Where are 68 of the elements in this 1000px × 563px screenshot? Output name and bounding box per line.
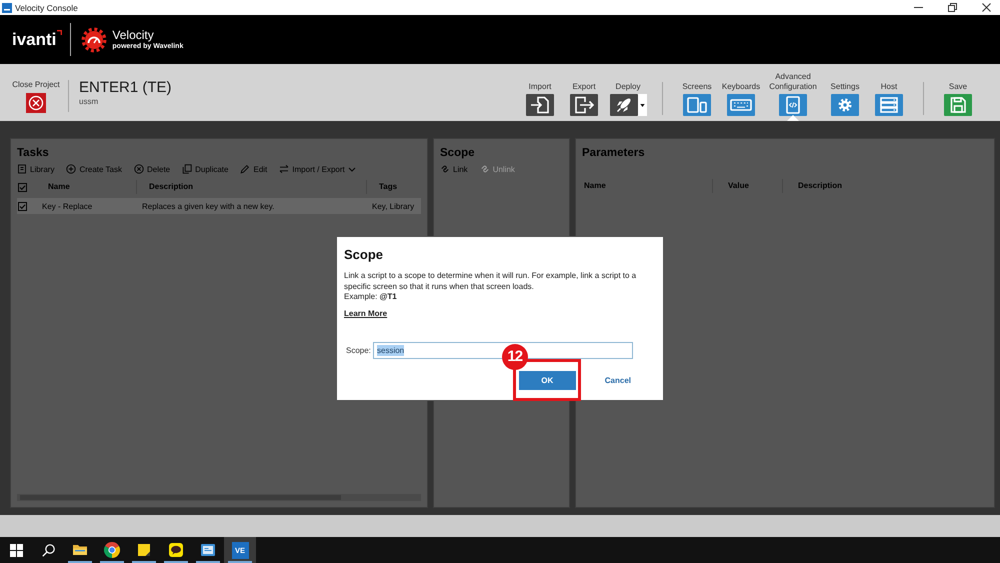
column-header: Tags bbox=[366, 180, 421, 194]
export-button[interactable]: Export bbox=[562, 64, 606, 121]
rocket-icon bbox=[610, 94, 638, 116]
product-name: Velocity bbox=[112, 28, 155, 42]
chain-link-icon bbox=[440, 164, 450, 174]
ok-button[interactable]: OK bbox=[518, 370, 576, 390]
arrow-into-page-icon bbox=[526, 94, 554, 116]
chain-link-icon bbox=[480, 164, 490, 174]
screens-button[interactable]: Screens bbox=[675, 64, 719, 121]
table-cell-text: Replaces a given key with a new key. bbox=[141, 202, 276, 210]
row-checkbox[interactable] bbox=[18, 202, 27, 210]
save-button[interactable]: Save bbox=[936, 64, 980, 121]
project-subtitle: ussm bbox=[79, 97, 100, 107]
gear-logo-icon bbox=[81, 26, 108, 52]
field-value: session bbox=[377, 344, 404, 356]
pencil-icon bbox=[240, 164, 250, 174]
round-logo-icon bbox=[104, 542, 120, 558]
company-logo-text: ivanti bbox=[12, 30, 56, 50]
panel-title: Scope bbox=[440, 146, 475, 160]
plus-circle-icon bbox=[66, 164, 76, 174]
window-app-icon bbox=[200, 542, 216, 558]
dialog-title: Scope bbox=[344, 247, 384, 263]
logo-corner-mark-icon bbox=[57, 30, 62, 35]
project-name: ENTER1 (TE) bbox=[79, 79, 172, 97]
table-cell-text: Key - Replace bbox=[41, 202, 94, 210]
close-circle-icon bbox=[26, 93, 46, 113]
table-row[interactable]: Key - Replace Replaces a given key with a new key. Key, Library bbox=[17, 198, 421, 214]
search-icon bbox=[42, 544, 54, 556]
host-button[interactable]: Host bbox=[867, 64, 911, 121]
column-header: Description bbox=[782, 179, 988, 193]
arrow-out-of-page-icon bbox=[570, 94, 598, 116]
learn-more-link[interactable]: Learn More bbox=[344, 308, 388, 318]
windows-logo-icon bbox=[10, 544, 22, 556]
step-marker: 12 bbox=[502, 344, 528, 370]
chat-bubble-icon bbox=[168, 542, 184, 558]
x-circle-icon bbox=[134, 164, 144, 174]
keyboard-icon bbox=[727, 94, 755, 116]
gear-icon bbox=[831, 94, 859, 116]
advanced-configuration-button[interactable]: Advanced Configuration bbox=[763, 64, 823, 121]
column-header: Description bbox=[136, 180, 366, 194]
restore-icon[interactable] bbox=[948, 3, 957, 12]
column-header: Name bbox=[47, 181, 71, 193]
column-header: Value bbox=[712, 179, 782, 193]
code-file-icon bbox=[779, 94, 807, 116]
close-icon[interactable] bbox=[982, 3, 991, 12]
dialog-message: Link a script to a scope to determine when it will run. For example, link a script to a specific screen so that it runs when that screen loads. bbox=[344, 271, 638, 292]
cancel-button[interactable]: Cancel bbox=[604, 370, 631, 390]
keyboards-button[interactable]: Keyboards bbox=[719, 64, 763, 121]
tablet-and-phone-icon bbox=[683, 94, 711, 116]
import-button[interactable]: Import bbox=[518, 64, 562, 121]
copy-icon bbox=[182, 164, 192, 174]
deploy-button[interactable]: Deploy bbox=[606, 64, 650, 121]
example-text: Example: @T1 bbox=[344, 292, 398, 302]
sticky-note-icon bbox=[136, 542, 152, 558]
window-title: Velocity Console bbox=[15, 2, 78, 12]
folder-icon bbox=[72, 542, 88, 558]
scrollbar[interactable] bbox=[17, 494, 421, 501]
swap-arrows-icon bbox=[279, 164, 290, 174]
panel-title: Parameters bbox=[582, 146, 645, 160]
table-cell-text: Key, Library bbox=[371, 202, 416, 210]
server-icon bbox=[875, 94, 903, 116]
column-header: Name bbox=[583, 180, 607, 192]
settings-button[interactable]: Settings bbox=[823, 64, 867, 121]
panel-title: Tasks bbox=[17, 146, 49, 160]
book-icon bbox=[17, 164, 27, 174]
select-all-checkbox[interactable] bbox=[18, 182, 27, 192]
close-project-button[interactable]: Close Project bbox=[6, 64, 66, 121]
field-label: Scope: bbox=[346, 346, 372, 354]
